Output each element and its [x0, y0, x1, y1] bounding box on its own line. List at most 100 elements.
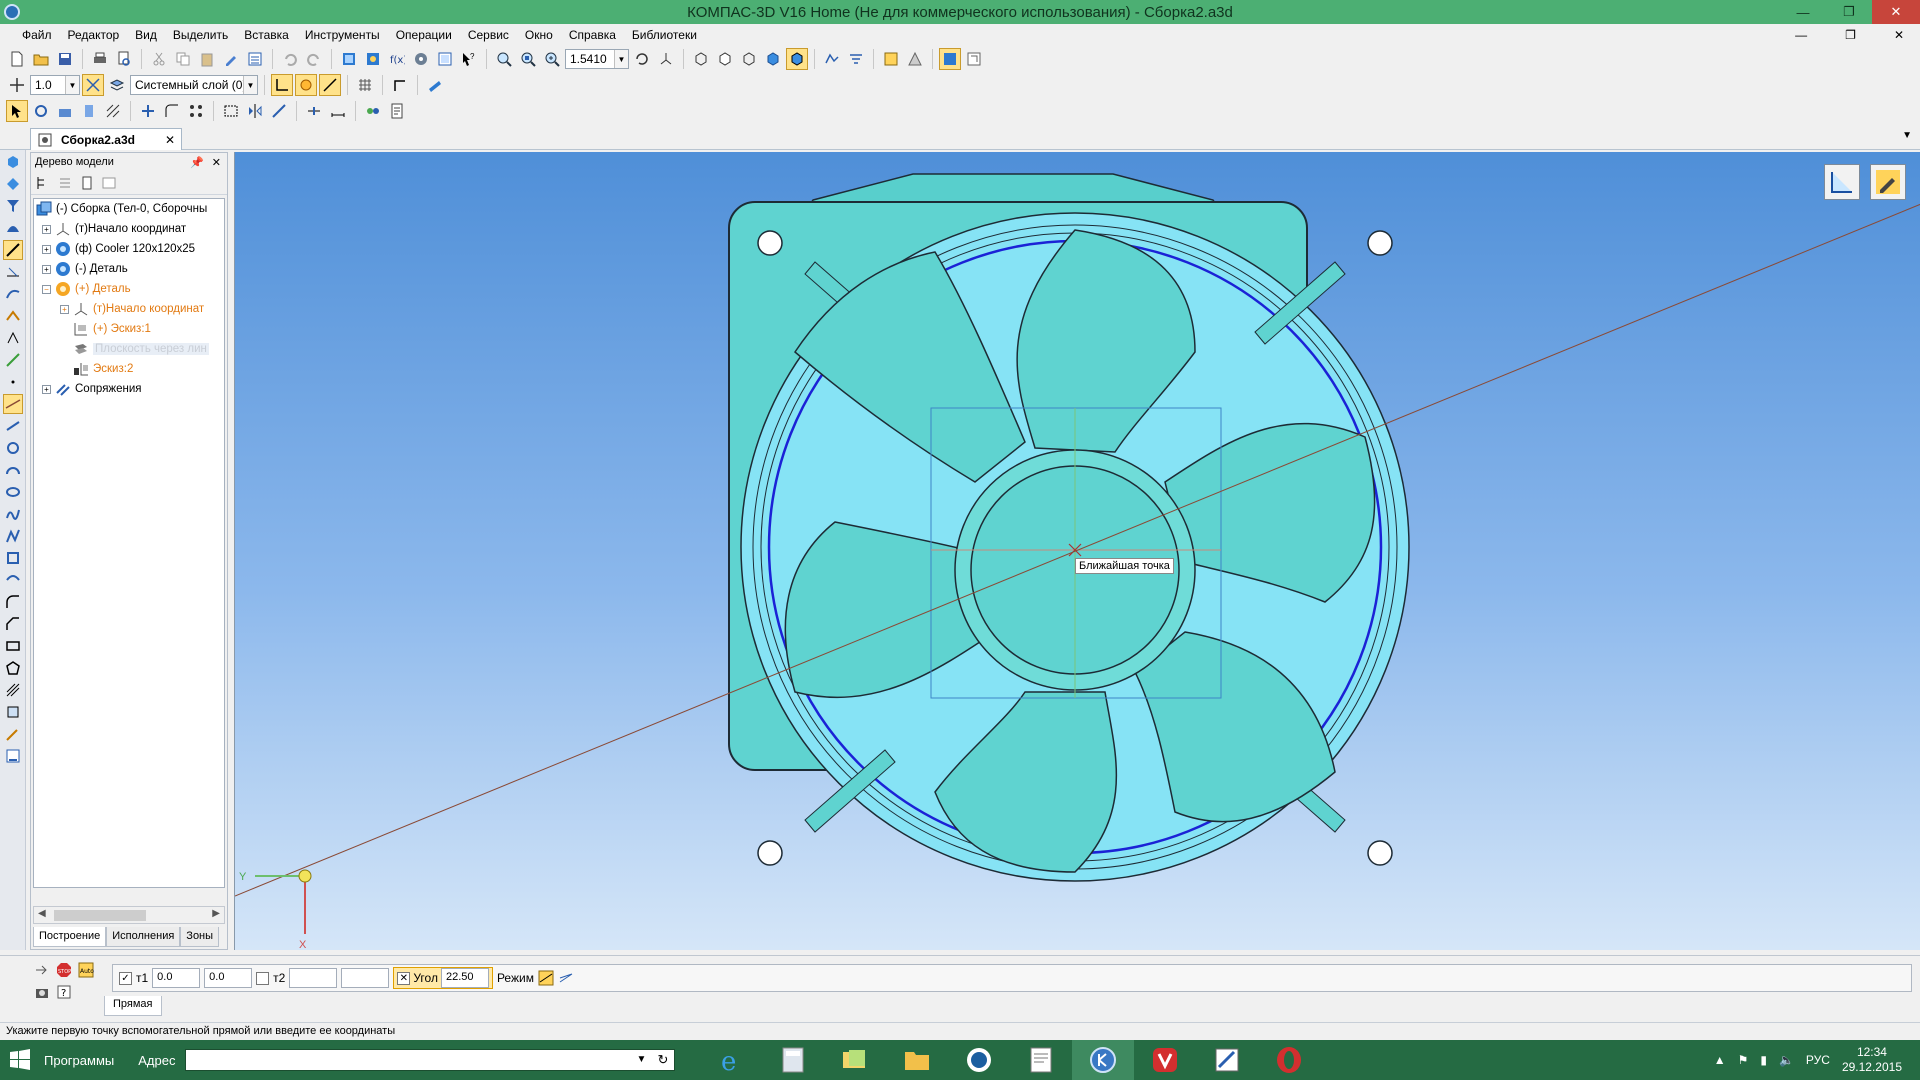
menu-select[interactable]: Выделить — [165, 28, 236, 42]
scrollbar-thumb[interactable] — [54, 910, 146, 921]
paste-icon[interactable] — [196, 48, 218, 70]
segment-tool-icon[interactable] — [3, 416, 23, 436]
doc-restore-button[interactable]: ❐ — [1837, 28, 1864, 42]
wireframe-icon[interactable] — [690, 48, 712, 70]
snapshot-icon[interactable] — [34, 984, 50, 1000]
menu-window[interactable]: Окно — [517, 28, 561, 42]
menu-operations[interactable]: Операции — [388, 28, 460, 42]
ortho-icon[interactable] — [319, 74, 341, 96]
local-cs-icon[interactable] — [271, 74, 293, 96]
contour-tool-icon[interactable] — [3, 548, 23, 568]
task-ie[interactable]: e — [700, 1040, 762, 1080]
menu-help[interactable]: Справка — [561, 28, 624, 42]
array-tool-icon[interactable] — [185, 100, 207, 122]
edit-tool-icon[interactable] — [3, 350, 23, 370]
zoom-scale-combo[interactable]: 1.5410 ▼ — [565, 49, 629, 69]
layer-icon[interactable] — [106, 74, 128, 96]
edit-mode-icon[interactable] — [939, 48, 961, 70]
thin-hidden-icon[interactable] — [738, 48, 760, 70]
expand-toggle[interactable]: + — [42, 224, 51, 234]
angle-field[interactable]: 22.50 — [440, 968, 489, 988]
tree-node-cooler[interactable]: + (ф) Cooler 120x120x25 — [34, 239, 224, 259]
properties-arrow-icon[interactable] — [34, 962, 50, 978]
model-viewport[interactable]: Y X Ближайшая точка — [234, 152, 1920, 950]
help-icon[interactable]: ? — [56, 984, 72, 1000]
tab-zones[interactable]: Зоны — [180, 927, 220, 947]
grid-snap-icon[interactable] — [82, 74, 104, 96]
hatch-draw-tool-icon[interactable] — [3, 680, 23, 700]
shaded-icon[interactable] — [762, 48, 784, 70]
attach-tool-icon[interactable] — [362, 100, 384, 122]
fillet-draw-tool-icon[interactable] — [3, 592, 23, 612]
snap-icon[interactable] — [295, 74, 317, 96]
tab-close-icon[interactable]: ✕ — [165, 133, 175, 147]
undo-icon[interactable] — [279, 48, 301, 70]
library-manager-icon[interactable] — [410, 48, 432, 70]
tab-line[interactable]: Прямая — [104, 996, 162, 1016]
programs-toolbar[interactable]: Программы — [44, 1053, 114, 1068]
task-calculator[interactable] — [762, 1040, 824, 1080]
t1-x-field[interactable]: 0.0 — [152, 968, 201, 988]
task-vivaldi[interactable] — [1134, 1040, 1196, 1080]
minimize-button[interactable]: — — [1780, 0, 1826, 24]
polygon-tool-icon[interactable] — [3, 658, 23, 678]
tree-node-sketch-1[interactable]: (+) Эскиз:1 — [34, 319, 224, 339]
perspective-icon[interactable] — [904, 48, 926, 70]
constraint-tool-icon[interactable] — [303, 100, 325, 122]
angle-checkbox[interactable]: ✕ — [397, 971, 411, 985]
menu-editor[interactable]: Редактор — [60, 28, 128, 42]
volume-icon[interactable]: 🔈 — [1779, 1053, 1794, 1067]
task-kompas[interactable] — [1072, 1040, 1134, 1080]
menu-view[interactable]: Вид — [127, 28, 165, 42]
properties-icon[interactable] — [220, 48, 242, 70]
chevron-down-icon[interactable]: ▼ — [614, 50, 628, 68]
sketch-exit-button[interactable] — [1824, 164, 1860, 200]
show-hidden-icons-icon[interactable]: ▲ — [1714, 1053, 1726, 1067]
sketch-tool-icon[interactable] — [30, 100, 52, 122]
language-indicator[interactable]: РУС — [1806, 1053, 1830, 1067]
panel-close-icon[interactable]: ✕ — [212, 156, 221, 169]
orientation-icon[interactable] — [655, 48, 677, 70]
bezier-tool-icon[interactable] — [3, 570, 23, 590]
chevron-down-icon[interactable]: ▼ — [637, 1054, 647, 1065]
mirror-tool-icon[interactable] — [244, 100, 266, 122]
tree-node-sketch-2[interactable]: Эскиз:2 — [34, 359, 224, 379]
sheet-metal-panel-icon[interactable] — [3, 306, 23, 326]
expand-toggle[interactable]: + — [60, 304, 69, 314]
tree-node-origin[interactable]: + (т)Начало координат — [34, 219, 224, 239]
report-tool-icon[interactable] — [386, 100, 408, 122]
tab-list-chevron-icon[interactable]: ▼ — [1902, 130, 1912, 141]
address-input[interactable]: ▼ ↻ — [185, 1049, 676, 1071]
round-icon[interactable] — [389, 74, 411, 96]
tree-node-part-1[interactable]: + (-) Деталь — [34, 259, 224, 279]
expand-toggle[interactable]: + — [42, 384, 51, 394]
doc-close-button[interactable]: ✕ — [1886, 28, 1912, 42]
zoom-in-icon[interactable] — [541, 48, 563, 70]
redo-icon[interactable] — [303, 48, 325, 70]
open-folder-icon[interactable] — [30, 48, 52, 70]
menu-insert[interactable]: Вставка — [236, 28, 297, 42]
revolve-tool-icon[interactable] — [78, 100, 100, 122]
doc-minimize-button[interactable]: — — [1787, 28, 1815, 42]
trim-tool-icon[interactable] — [268, 100, 290, 122]
print-icon[interactable] — [89, 48, 111, 70]
filter-panel-icon[interactable] — [3, 196, 23, 216]
help-pointer-icon[interactable]: ? — [458, 48, 480, 70]
preview-icon[interactable] — [113, 48, 135, 70]
projection-tool-icon[interactable] — [3, 724, 23, 744]
tree-doc-icon[interactable] — [79, 175, 95, 191]
t2-checkbox[interactable] — [256, 971, 270, 985]
tree-node-part-origin[interactable]: + (т)Начало координат — [34, 299, 224, 319]
menu-service[interactable]: Сервис — [460, 28, 517, 42]
ellipse-tool-icon[interactable] — [3, 482, 23, 502]
start-button[interactable] — [0, 1040, 40, 1080]
equidistant-tool-icon[interactable] — [3, 746, 23, 766]
collapse-toggle[interactable]: − — [42, 284, 51, 294]
clock[interactable]: 12:34 29.12.2015 — [1842, 1045, 1902, 1075]
aux-line-tool-icon[interactable] — [3, 394, 23, 414]
cut-icon[interactable] — [148, 48, 170, 70]
chamfer-tool-icon[interactable] — [3, 614, 23, 634]
model-tree-icon[interactable] — [338, 48, 360, 70]
tree-node-part-2[interactable]: − (+) Деталь — [34, 279, 224, 299]
refresh-icon[interactable]: ↻ — [658, 1052, 669, 1068]
